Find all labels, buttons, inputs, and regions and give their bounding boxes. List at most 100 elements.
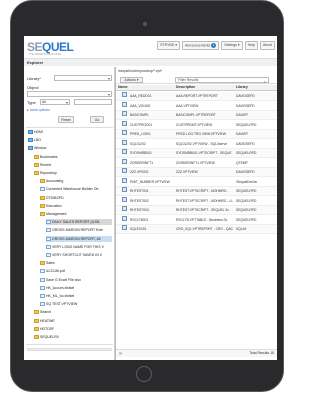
table-row[interactable]: RHTEST003 RHTEST.VPTSCRIPT - SEQUEL 3x SEQ… (116, 206, 277, 215)
about-button[interactable]: About (259, 41, 275, 50)
cell-description: RHTEST.VPTSCRIPT - MOHMRG - LL (176, 198, 234, 203)
table-row[interactable]: ZORDERINFT1 ZORDERINFT1.VPTVIEW QTEMP (116, 158, 277, 168)
filter-results-input[interactable]: Filter Results × (175, 77, 269, 84)
cell-description: CRO_SQL.VPTREPORT - CRO - QAC (176, 227, 234, 231)
tree-item[interactable]: VERY LONG NAME FOR THIS V (46, 244, 112, 250)
table-row[interactable]: BASICSMPL BASICSMPL.VPTREPORT DAVIEP (116, 111, 277, 120)
tree-item-label: DTDIBSPD (46, 195, 64, 200)
settings-button[interactable]: Settings ▾ (221, 41, 243, 50)
tree-item[interactable]: Sales (40, 260, 112, 266)
tree-item-label: VERY SHORTCUT SAVED IN V (52, 253, 103, 257)
table-row[interactable]: PMIT_NUMBER.VPTVIEW/SequelDev/ta (116, 177, 277, 187)
folder-icon (34, 154, 39, 159)
tree-item[interactable]: HDTDSF (34, 326, 112, 332)
tree-item[interactable]: Repository (34, 170, 112, 176)
document-icon (40, 285, 45, 290)
table-row[interactable]: RSCLTB001 RSCLTB.VPTTABLE - Business Sx SE… (116, 215, 277, 225)
tree-item-label: ACCUM.pdf (46, 269, 65, 274)
object-icon (122, 92, 127, 97)
table-row[interactable]: RHTEST001 RHTEST.VPTSCRIPT - MOHMRG - SEQU… (116, 187, 277, 196)
object-icon (122, 215, 127, 221)
tree-item-label: LBO (34, 138, 42, 143)
reset-button[interactable]: Reset (58, 116, 74, 123)
tree-item[interactable]: Education (40, 203, 112, 209)
help-button[interactable]: Help (244, 41, 258, 50)
table-row[interactable]: RHTEST002 RHTEST.VPTSCRIPT - MOHMRG - LL S… (116, 196, 277, 206)
cell-name: SQLEX001 (130, 227, 147, 231)
document-icon (40, 277, 45, 282)
cell-description: RHTEST.VPTSCRIPT - SEQUEL 3x (176, 208, 229, 212)
tree-item[interactable]: DAILY SALES REPORT (ILSN (46, 219, 112, 226)
table-row[interactable]: ZZZ.VP0001 ZZZ.VPTVIEW DAVIDSEPD (116, 168, 277, 177)
col-library[interactable]: Library (236, 85, 248, 89)
type-select[interactable]: All (40, 99, 70, 105)
tree-item[interactable]: Bookmarks (34, 154, 112, 160)
col-name[interactable]: Name (118, 85, 128, 89)
tree-item[interactable]: Converted Warehouse Builder Ob (40, 186, 112, 192)
tree-scrollbar[interactable] (27, 348, 112, 351)
actions-button[interactable]: Actions ▾ (120, 77, 143, 83)
folder-icon (34, 326, 39, 331)
tree-item-label: HK_ML_bo.xlsfsel (46, 294, 75, 298)
table-row[interactable]: AAA_VD1002 AAA.VPTVIEW DAVIDSEPD (116, 101, 277, 111)
type-filter-input[interactable] (74, 99, 112, 105)
tree-item[interactable]: LBO (28, 137, 112, 143)
tree-item-label: Repository (40, 171, 57, 175)
tree-item[interactable]: GROSS MARGIN REPORT, All (46, 235, 112, 242)
library-select[interactable] (54, 75, 112, 81)
tree-item[interactable]: Management (40, 211, 112, 217)
camera-icon (143, 22, 147, 26)
tree-item[interactable]: SQ TEST.VPTVIEW (40, 301, 112, 307)
cell-description: AAA.VPTVIEW (176, 103, 199, 108)
col-description[interactable]: Description (176, 85, 195, 89)
go-button[interactable]: Go (90, 116, 104, 123)
tree-item[interactable]: DTDIBSPD (40, 195, 112, 201)
announcements-button[interactable]: Announcements 1 (181, 41, 220, 50)
home-button[interactable] (136, 366, 152, 382)
tree-item[interactable]: VERY SHORTCUT SAVED IN V (46, 252, 112, 258)
tree-item-label: HDMI (34, 130, 43, 134)
tree-item-label: Converted Warehouse Builder Ob (46, 187, 99, 192)
tree-item-label: GROSS MARGIN REPORT, All (52, 236, 101, 241)
clear-filter-icon[interactable]: × (264, 79, 266, 84)
table-row[interactable]: CUSTPROD01 CUSTPRDMT.VPTVIEW SEQUELRPD (116, 120, 277, 130)
tree-item[interactable]: HK_ML_bo.xlsfsel (40, 293, 112, 299)
cell-library: QTEMP (236, 160, 248, 165)
logo-tagline: THE SMART DATA ACCESS (29, 53, 62, 56)
cell-name: RHTEST002 (130, 198, 149, 203)
tree-item-label: Bookmarks (40, 154, 58, 159)
tree-item-label: HK_Accum.xlsfsel (46, 285, 75, 290)
tree-item[interactable]: Window (28, 145, 112, 151)
table-row[interactable]: AAA_REDD01 AAA.REPORT.VPTREPORT DAVIDSEPD (116, 92, 277, 101)
cell-name: PRED_LO001 (130, 132, 151, 136)
refresh-icon[interactable]: ⟳ (119, 351, 122, 356)
cell-description: AAA.REPORT.VPTREPORT (176, 94, 218, 98)
table-row[interactable]: SQL01202 SQL01202.VPTVIEW - SQL0serve DAVI… (116, 139, 277, 149)
tree-item-label: HDTDSF (40, 326, 55, 331)
tree-item[interactable]: HDMI (28, 129, 112, 135)
tree-item[interactable]: GROSS MARGIN REPORT Exte (46, 227, 112, 233)
folder-icon (40, 195, 45, 200)
app-header: SEQUEL THE SMART DATA ACCESS STRYBD ▾ An… (24, 36, 277, 66)
object-input[interactable] (27, 91, 112, 97)
more-options-link[interactable]: ▸ more options (27, 108, 50, 112)
tree-item[interactable]: ACCUM.pdf (40, 268, 112, 274)
table-row[interactable]: SQLEX001 CRO_SQL.VPTREPORT - CRO - QAC SQL… (116, 225, 277, 234)
repository-tree[interactable]: HDMI LBO Window Bookmarks Recent Repository Ac… (26, 127, 113, 345)
tree-item[interactable]: Search (34, 309, 112, 315)
tree-item-label: SEQUELRV (40, 335, 59, 339)
table-row[interactable]: PRED_LO001 PRED.LOG.TRG VIEW.VPTVIEW DAVIE… (116, 130, 277, 139)
tree-item[interactable]: HEATWE (34, 318, 112, 324)
cell-name: RHTEST003 (130, 208, 149, 212)
user-menu-button[interactable]: STRYBD ▾ (157, 41, 180, 50)
cell-description: ZZZ.VPTVIEW (176, 170, 198, 174)
tree-item[interactable]: Save G Excel File.xlsx (40, 277, 112, 283)
tree-item[interactable]: SEQUELRV (34, 334, 112, 340)
results-table: AAA_REDD01 AAA.REPORT.VPTREPORT DAVIDSEPD A… (116, 92, 277, 347)
table-row[interactable]: SYDSMRB001 SYDSMRB001.VPTSCRIPT - SEQUE SE… (116, 149, 277, 158)
tree-item[interactable]: Recent (34, 162, 112, 168)
tree-item-label: Management (46, 212, 67, 216)
tree-item[interactable]: HK_Accum.xlsfsel (40, 285, 112, 291)
tree-item[interactable]: Accounting (40, 178, 112, 184)
object-icon (122, 196, 127, 202)
